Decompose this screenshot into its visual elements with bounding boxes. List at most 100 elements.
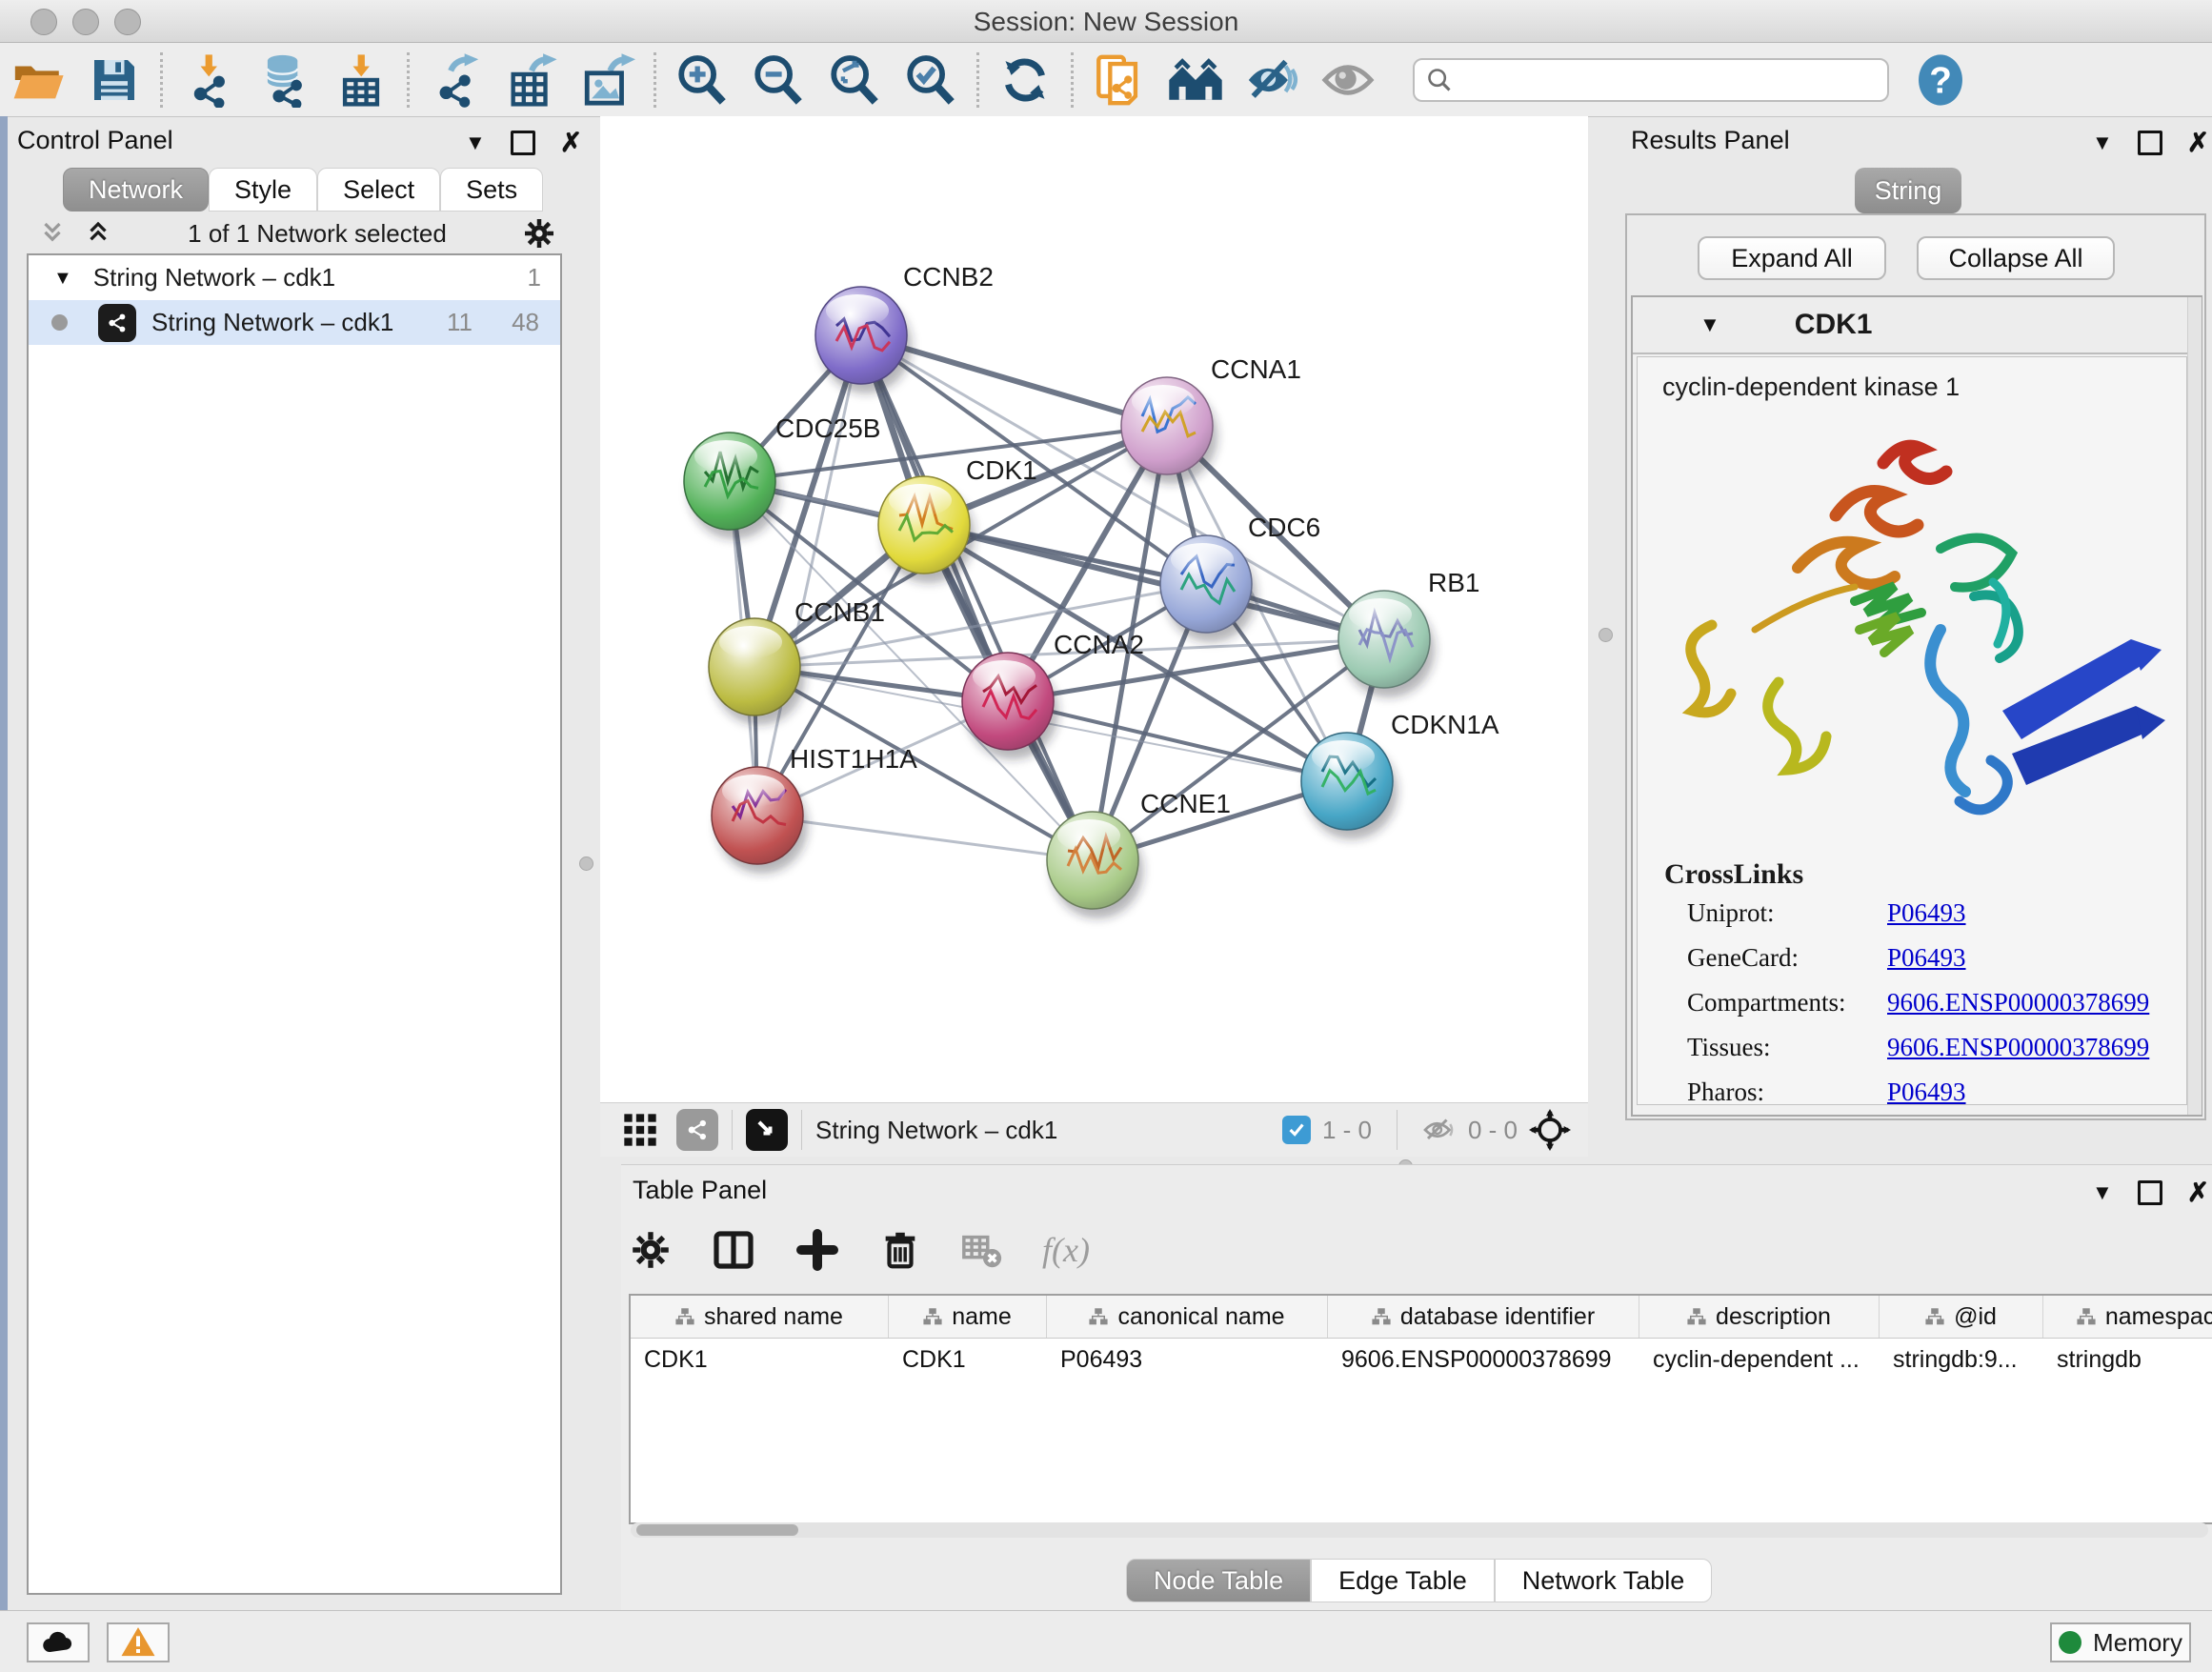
tab-node-table[interactable]: Node Table <box>1126 1559 1311 1602</box>
table-cell[interactable]: CDK1 <box>631 1339 889 1380</box>
table-row[interactable]: CDK1CDK1P064939606.ENSP00000378699cyclin… <box>631 1339 2212 1380</box>
crosslink-row: GeneCard:P06493 <box>1687 943 2186 973</box>
panel-close-icon[interactable]: ✗ <box>2187 1179 2209 1206</box>
vertical-splitter-handle[interactable] <box>1599 628 1613 642</box>
expand-all-button[interactable]: Expand All <box>1698 236 1886 280</box>
clone-network-button[interactable] <box>1081 50 1157 111</box>
panel-collapse-icon[interactable]: ▼ <box>2092 1182 2113 1203</box>
column-header-shared-name[interactable]: shared name <box>631 1296 889 1338</box>
panel-collapse-icon[interactable]: ▼ <box>2092 132 2113 153</box>
hide-selected-button[interactable] <box>1234 50 1310 111</box>
refresh-button[interactable] <box>987 50 1063 111</box>
expand-all-chevrons-icon[interactable] <box>38 219 67 248</box>
cloud-button[interactable] <box>27 1622 90 1662</box>
tab-select[interactable]: Select <box>317 168 440 212</box>
column-header-name[interactable]: name <box>889 1296 1047 1338</box>
zoom-in-button[interactable] <box>664 50 740 111</box>
column-header-canonical-name[interactable]: canonical name <box>1047 1296 1328 1338</box>
crosslink-value-link[interactable]: 9606.ENSP00000378699 <box>1887 1033 2149 1062</box>
crosslink-value-link[interactable]: P06493 <box>1887 898 1966 928</box>
tab-string[interactable]: String <box>1855 168 1961 213</box>
node-CDKN1A[interactable]: CDKN1A <box>1301 710 1499 839</box>
string-network-graph[interactable]: CCNB2CCNA1CDC25BCDK1CDC6RB1CCNB1CCNA2CDK… <box>600 116 1588 1102</box>
panel-close-icon[interactable]: ✗ <box>560 130 582 156</box>
panel-float-icon[interactable] <box>511 131 535 155</box>
node-CDK1[interactable]: CDK1 <box>878 455 1037 583</box>
birds-eye-view-icon[interactable] <box>746 1109 788 1151</box>
table-cell[interactable]: cyclin-dependent ... <box>1639 1339 1880 1380</box>
zoom-fit-button[interactable] <box>816 50 893 111</box>
tab-network[interactable]: Network <box>63 168 209 212</box>
crosslink-value-link[interactable]: P06493 <box>1887 943 1966 973</box>
warnings-button[interactable] <box>107 1622 170 1662</box>
node-table[interactable]: shared namenamecanonical namedatabase id… <box>629 1294 2212 1524</box>
tab-network-table[interactable]: Network Table <box>1495 1559 1713 1602</box>
tab-style[interactable]: Style <box>209 168 317 212</box>
vertical-splitter-handle[interactable] <box>579 856 593 871</box>
gear-icon[interactable] <box>629 1228 673 1272</box>
table-cell[interactable]: CDK1 <box>889 1339 1047 1380</box>
string-home-button[interactable] <box>1157 50 1234 111</box>
collapse-all-chevrons-icon[interactable] <box>84 219 112 248</box>
crosslink-value-link[interactable]: 9606.ENSP00000378699 <box>1887 988 2149 1017</box>
protein-section-header[interactable]: ▼ CDK1 <box>1633 297 2201 354</box>
edge-CCNB2-CCNE1[interactable] <box>861 335 1093 860</box>
network-share-icon[interactable] <box>676 1109 718 1151</box>
open-session-button[interactable] <box>0 50 76 111</box>
add-column-icon[interactable] <box>794 1227 840 1273</box>
import-network-button[interactable] <box>171 50 247 111</box>
node-CCNB2[interactable]: CCNB2 <box>815 262 994 393</box>
column-header-id[interactable]: @id <box>1880 1296 2043 1338</box>
save-session-button[interactable] <box>76 50 152 111</box>
tab-sets[interactable]: Sets <box>440 168 543 212</box>
node-CCNA1[interactable]: CCNA1 <box>1121 354 1301 484</box>
panel-float-icon[interactable] <box>2138 131 2162 155</box>
table-cell[interactable]: 9606.ENSP00000378699 <box>1328 1339 1639 1380</box>
search-input[interactable] <box>1413 58 1889 102</box>
node-HIST1H1A[interactable]: HIST1H1A <box>712 744 917 874</box>
network-row-selected[interactable]: String Network – cdk1 11 48 <box>29 300 560 345</box>
node-RB1[interactable]: RB1 <box>1338 568 1479 697</box>
section-collapse-icon[interactable]: ▼ <box>1699 314 1720 335</box>
table-cell[interactable]: stringdb:9... <box>1880 1339 2043 1380</box>
delete-column-icon[interactable] <box>878 1228 922 1272</box>
toolbar-separator <box>1071 52 1074 108</box>
import-network-from-database-button[interactable] <box>247 50 323 111</box>
export-table-button[interactable] <box>493 50 570 111</box>
selected-checkbox-icon[interactable] <box>1282 1116 1311 1144</box>
column-header-description[interactable]: description <box>1639 1296 1880 1338</box>
panel-close-icon[interactable]: ✗ <box>2187 130 2209 156</box>
collection-expand-icon[interactable]: ▼ <box>53 269 72 288</box>
panel-float-icon[interactable] <box>2138 1180 2162 1205</box>
export-image-button[interactable] <box>570 50 646 111</box>
panel-collapse-icon[interactable]: ▼ <box>465 132 486 153</box>
show-all-button[interactable] <box>1310 50 1386 111</box>
table-hscrollbar[interactable] <box>631 1522 2208 1538</box>
gear-icon[interactable] <box>522 216 556 251</box>
table-cell[interactable]: stringdb <box>2043 1339 2212 1380</box>
zoom-selected-button[interactable] <box>893 50 969 111</box>
memory-button[interactable]: Memory <box>2050 1622 2191 1662</box>
table-hscrollbar-thumb[interactable] <box>636 1524 798 1536</box>
grid-view-icon[interactable] <box>621 1111 659 1149</box>
tab-edge-table[interactable]: Edge Table <box>1311 1559 1495 1602</box>
export-network-button[interactable] <box>417 50 493 111</box>
crosshair-icon[interactable] <box>1529 1109 1571 1151</box>
network-view-toolbar: String Network – cdk1 1 - 0 0 - 0 <box>600 1102 1588 1157</box>
hidden-node-edge-counts: 0 - 0 <box>1468 1116 1518 1145</box>
network-canvas[interactable]: CCNB2CCNA1CDC25BCDK1CDC6RB1CCNB1CCNA2CDK… <box>600 116 1588 1102</box>
network-collection-row[interactable]: ▼ String Network – cdk1 1 <box>29 255 560 300</box>
help-button[interactable]: ? <box>1902 50 1979 111</box>
column-header-namespace[interactable]: namespace <box>2043 1296 2212 1338</box>
toolbar-search <box>1413 58 1889 102</box>
column-header-database-identifier[interactable]: database identifier <box>1328 1296 1639 1338</box>
zoom-out-button[interactable] <box>740 50 816 111</box>
collapse-all-button[interactable]: Collapse All <box>1917 236 2115 280</box>
node-CDC6[interactable]: CDC6 <box>1160 513 1320 642</box>
table-cell[interactable]: P06493 <box>1047 1339 1328 1380</box>
crosslink-value-link[interactable]: P06493 <box>1887 1078 1966 1107</box>
show-columns-icon[interactable] <box>711 1227 756 1273</box>
results-scrollbar-track[interactable] <box>2187 297 2202 1115</box>
node-CCNE1[interactable]: CCNE1 <box>1047 789 1231 918</box>
import-table-button[interactable] <box>323 50 399 111</box>
